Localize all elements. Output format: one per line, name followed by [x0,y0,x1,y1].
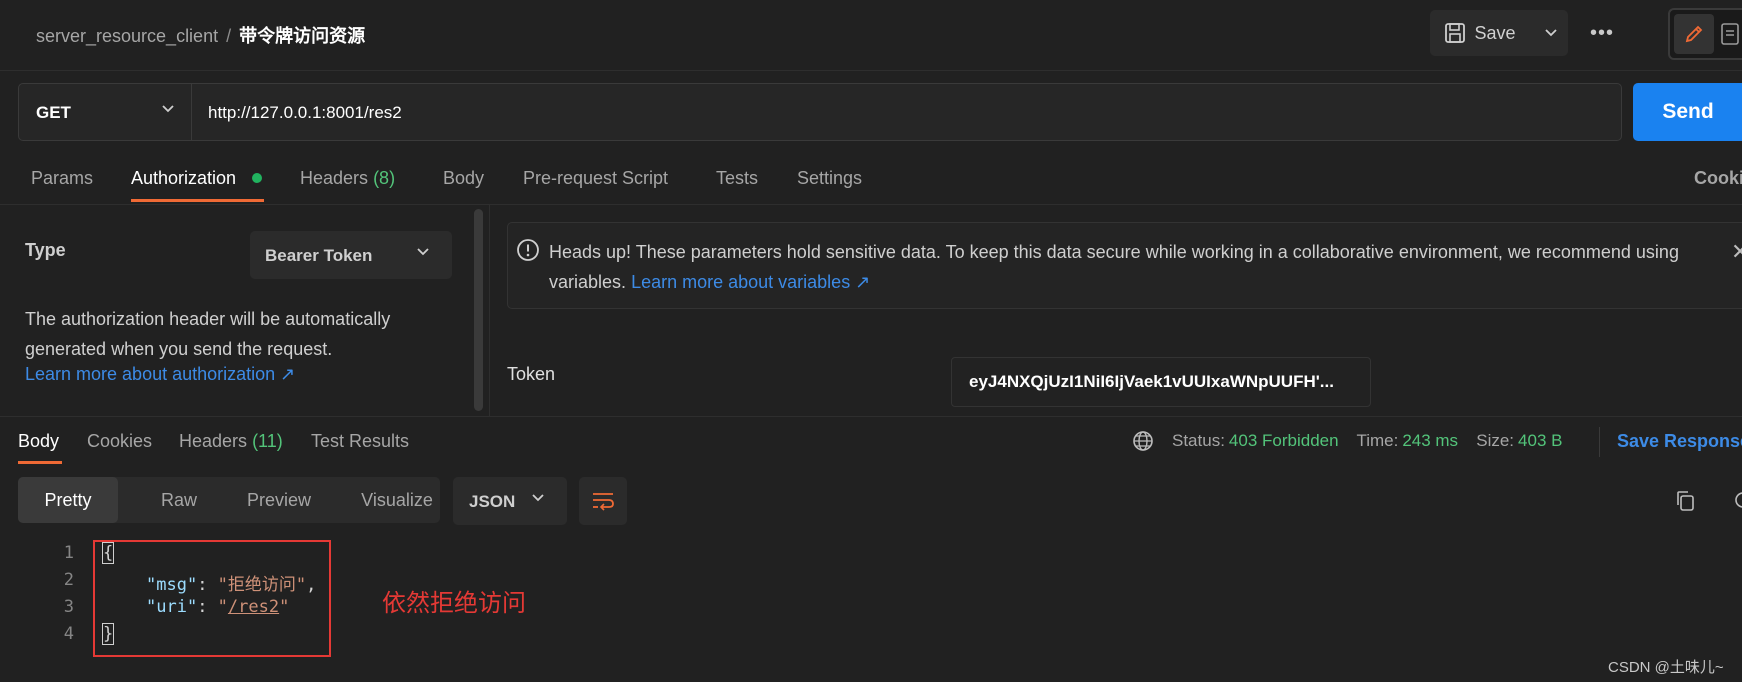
request-title[interactable]: 带令牌访问资源 [239,26,365,46]
view-tab-raw[interactable]: Raw [134,477,224,523]
format-select[interactable]: JSON [453,477,567,525]
chevron-down-icon [1545,29,1557,37]
breadcrumb-separator: / [226,26,232,46]
view-tab-pretty[interactable]: Pretty [18,477,118,523]
body-view-tabs: Pretty Raw Preview Visualize [18,477,440,523]
size-value[interactable]: 403 B [1518,431,1562,450]
url-text: http://127.0.0.1:8001/res2 [208,103,402,122]
response-tab-cookies[interactable]: Cookies [87,431,152,452]
divider [0,204,1742,205]
watermark: CSDN @土味儿~ [1608,659,1724,676]
annotation-text: 依然拒绝访问 [382,590,526,617]
save-icon [1445,23,1466,43]
save-label: Save [1474,22,1516,43]
auth-type-label: Type [25,240,66,260]
time-label: Time: [1356,431,1399,450]
close-icon[interactable]: ✕ [1731,239,1742,265]
tab-tests[interactable]: Tests [716,168,758,189]
pencil-icon [1685,25,1703,43]
tab-authorization[interactable]: Authorization [131,168,236,189]
token-label: Token [507,364,556,384]
auth-type-value: Bearer Token [265,246,373,265]
save-group: Save [1430,10,1568,56]
annotation-highlight-box [93,540,331,657]
token-value: eyJ4NXQjUzI1NiI6IjVaek1vUUIxaWNpUUFH'... [969,372,1334,391]
chevron-down-icon [532,494,544,502]
chevron-down-icon [417,248,429,256]
response-tab-test-results[interactable]: Test Results [311,431,409,452]
active-tab-underline [131,199,264,202]
edit-mode-button[interactable] [1674,14,1714,54]
sensitive-data-warning: Heads up! These parameters hold sensitiv… [507,222,1742,309]
divider [1599,427,1600,457]
tab-headers[interactable]: Headers (8) [300,168,395,189]
tab-params[interactable]: Params [31,168,93,189]
line-number: 3 [63,597,74,617]
documentation-icon[interactable] [1720,22,1740,46]
url-input[interactable]: http://127.0.0.1:8001/res2 [192,83,1622,141]
info-icon [517,239,539,261]
cookies-link[interactable]: Cookies [1694,168,1742,189]
tab-settings[interactable]: Settings [797,168,862,189]
status-label: Status: [1172,431,1225,450]
view-mode-switcher [1668,8,1742,60]
learn-more-authorization-link[interactable]: Learn more about authorization ↗ [25,364,295,385]
response-meta: Status: 403 Forbidden Time: 243 ms Size: 40… [1172,431,1566,451]
view-tab-visualize[interactable]: Visualize [336,477,458,523]
tab-pre-request-script[interactable]: Pre-request Script [523,168,668,189]
tab-body[interactable]: Body [443,168,484,189]
view-tab-preview[interactable]: Preview [230,477,328,523]
auth-description: The authorization header will be automat… [25,309,391,359]
status-value[interactable]: 403 Forbidden [1229,431,1339,450]
method-label: GET [36,103,71,122]
auth-active-dot [252,173,262,183]
response-divider[interactable] [0,416,1742,417]
panel-divider[interactable] [489,205,490,417]
token-input[interactable]: eyJ4NXQjUzI1NiI6IjVaek1vUUIxaWNpUUFH'... [951,357,1371,407]
scrollbar[interactable] [474,209,483,411]
breadcrumb: server_resource_client / 带令牌访问资源 [36,22,365,48]
wrap-lines-button[interactable] [579,477,627,525]
wrap-icon [593,493,614,511]
warning-text: Heads up! These parameters hold sensitiv… [549,237,1739,297]
send-button[interactable]: Send [1633,83,1742,141]
tab-headers-count: (8) [373,168,396,188]
breadcrumb-collection[interactable]: server_resource_client [36,26,218,46]
response-headers-label: Headers [179,431,248,451]
method-select[interactable]: GET [18,83,192,141]
save-options-button[interactable] [1532,10,1570,56]
line-number: 4 [63,624,74,644]
learn-more-variables-link[interactable]: Learn more about variables ↗ [631,272,870,292]
save-response-button[interactable]: Save Response [1617,431,1742,452]
save-button[interactable]: Save [1430,10,1530,56]
format-value: JSON [469,492,516,511]
auth-type-select[interactable]: Bearer Token [250,231,452,279]
tab-headers-label: Headers [300,168,369,188]
response-tab-headers[interactable]: Headers (11) [179,431,283,452]
active-tab-underline [18,461,62,464]
line-number: 1 [63,543,74,563]
copy-icon[interactable] [1674,489,1696,513]
size-label: Size: [1476,431,1515,450]
response-headers-count: (11) [252,431,283,451]
search-icon[interactable] [1733,489,1742,513]
response-tab-body[interactable]: Body [18,431,59,452]
time-value[interactable]: 243 ms [1402,431,1458,450]
globe-icon[interactable] [1132,430,1154,452]
more-actions-button[interactable]: ••• [1590,22,1614,45]
line-number: 2 [63,570,74,590]
chevron-down-icon [162,105,174,113]
